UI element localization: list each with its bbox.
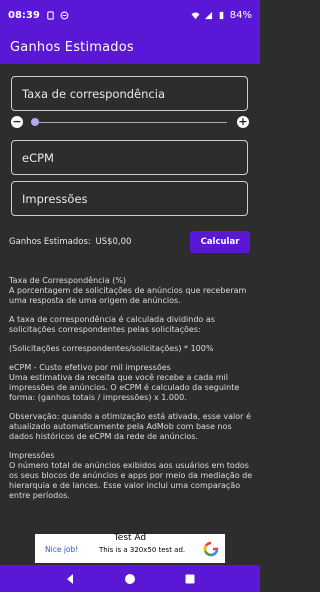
sim-icon (47, 10, 54, 20)
system-nav-bar (0, 565, 260, 592)
test-ad-banner[interactable]: Test Ad Nice job! This is a 320x50 test … (35, 533, 225, 563)
ad-title: Test Ad (113, 533, 147, 543)
info-text: A porcentagem de solicitações de anúncio… (9, 286, 247, 305)
ad-nice-job: Nice job! (45, 545, 79, 554)
app-bar: Ganhos Estimados (0, 30, 260, 64)
slider-track[interactable] (33, 122, 227, 123)
match-rate-label: Taxa de correspondência (22, 86, 165, 101)
info-formula: (Solicitações correspondentes/solicitaçõ… (9, 344, 214, 353)
info-text: Observação: quando a otimização está ati… (9, 412, 251, 441)
status-bar: 08:39 84% (0, 0, 260, 30)
info-text: A taxa de correspondência é calculada di… (9, 315, 215, 334)
info-heading-match-rate: Taxa de Correspondência (%) (9, 276, 127, 285)
match-rate-field[interactable]: Taxa de correspondência (11, 76, 248, 111)
minus-icon[interactable]: − (11, 116, 23, 128)
info-text: O número total de anúncios exibidos aos … (9, 461, 253, 500)
ad-banner-area: Test Ad Nice job! This is a 320x50 test … (0, 532, 260, 565)
battery-level: 84% (229, 9, 252, 21)
ecpm-field[interactable]: eCPM (11, 140, 248, 175)
wifi-icon (191, 11, 200, 19)
info-text: Uma estimativa da receita que você receb… (9, 373, 240, 402)
slider-thumb[interactable] (31, 118, 39, 126)
impressions-label: Impressões (22, 191, 88, 206)
recents-icon[interactable] (184, 573, 196, 585)
back-icon[interactable] (64, 573, 76, 585)
ad-text: This is a 320x50 test ad. (99, 546, 186, 554)
info-heading-ecpm: eCPM - Custo efetivo por mil impressões (9, 363, 171, 372)
ecpm-label: eCPM (22, 150, 54, 165)
earnings-label: Ganhos Estimados: (9, 237, 91, 247)
admob-logo-icon (203, 541, 219, 557)
estimated-earnings: Ganhos Estimados: US$0,00 (9, 237, 131, 247)
status-time: 08:39 (8, 9, 40, 21)
info-section: Taxa de Correspondência (%) A porcentage… (9, 276, 253, 501)
info-heading-impressions: Impressões (9, 451, 55, 460)
data-saver-icon (60, 11, 69, 19)
plus-icon[interactable]: + (237, 116, 249, 128)
battery-icon (219, 11, 224, 19)
calculate-button[interactable]: Calcular (190, 231, 250, 253)
earnings-value: US$0,00 (95, 237, 132, 247)
page-title: Ganhos Estimados (10, 39, 134, 55)
impressions-field[interactable]: Impressões (11, 181, 248, 216)
match-rate-slider[interactable]: − + (11, 116, 249, 130)
signal-icon (204, 11, 212, 19)
home-icon[interactable] (124, 573, 136, 585)
